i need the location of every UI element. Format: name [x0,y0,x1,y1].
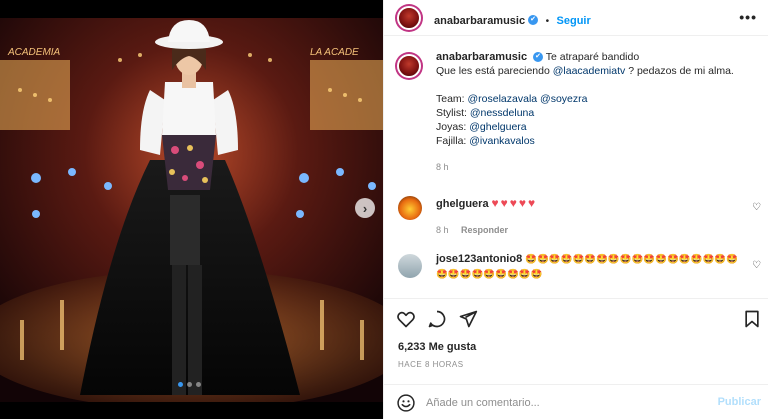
caption-author-avatar[interactable] [395,52,423,80]
svg-text:ACADEMIA: ACADEMIA [7,47,61,58]
mention-link[interactable]: @ghelguera [469,121,526,133]
carousel-dot [187,382,192,387]
comment-meta: 8 h Responder [436,223,736,237]
commenter-username[interactable]: jose123antonio8 [436,253,522,265]
stylist-label: Stylist: [436,107,470,119]
comment-body: jose123antonio8 🤩🤩🤩🤩🤩🤩🤩🤩🤩🤩🤩🤩🤩🤩🤩🤩🤩🤩🤩🤩🤩🤩🤩🤩… [436,252,748,282]
chevron-right-icon: › [362,200,368,216]
caption-username[interactable]: anabarbaramusic [436,51,527,63]
commenter-avatar[interactable] [398,196,422,220]
carousel-dot [178,382,183,387]
commenter-avatar[interactable] [398,254,422,278]
commenter-username[interactable]: ghelguera [436,198,489,210]
joyas-label: Joyas: [436,121,470,133]
mention-link[interactable]: @nessdeluna [470,107,534,119]
more-options-icon[interactable]: ••• [739,9,757,25]
post-timestamp: HACE 8 HORAS [398,360,464,369]
team-label: Team: [436,93,468,105]
mention-link[interactable]: @laacademiatv [553,65,626,77]
svg-text:LA ACADE: LA ACADE [310,47,359,58]
mention-link[interactable]: @soyezra [540,93,587,105]
comment-body: ghelguera ♥♥♥♥♥ 8 h Responder [436,196,736,237]
post-header: anabarbaramusic ✔ • Seguir ••• [384,0,768,36]
likes-count[interactable]: 6,233 Me gusta [398,341,476,353]
caption-line-1: Te atraparé bandido [545,51,640,63]
header-author: anabarbaramusic ✔ • Seguir [434,11,591,29]
post-photo[interactable]: ACADEMIA LA ACADE › [0,0,383,419]
comment-like-heart-icon[interactable]: ♡ [752,260,761,271]
post-actions: 6,233 Me gusta HACE 8 HORAS [384,298,768,384]
caption-time: 8 h [436,162,449,172]
comment-item: jose123antonio8 🤩🤩🤩🤩🤩🤩🤩🤩🤩🤩🤩🤩🤩🤩🤩🤩🤩🤩🤩🤩🤩🤩🤩🤩… [384,252,768,292]
comment-time: 8 h [436,225,449,235]
caption-line-2-pre: Que les está pareciendo [436,65,553,77]
comment-icon[interactable] [427,309,447,329]
instagram-post-modal: ACADEMIA LA ACADE › anabarbaramusic ✔ • … [0,0,768,419]
mention-link[interactable]: @roselazavala [468,93,538,105]
verified-badge-icon: ✔ [528,14,539,25]
comment-item: ghelguera ♥♥♥♥♥ 8 h Responder ♡ [384,194,768,238]
separator-dot: • [545,16,550,27]
carousel-next-button[interactable]: › [355,198,375,218]
comment-like-heart-icon[interactable]: ♡ [752,202,761,213]
emoji-icon[interactable] [396,393,416,413]
publish-button[interactable]: Publicar [718,396,761,408]
photo-illustration: ACADEMIA LA ACADE [0,0,383,419]
reply-button[interactable]: Responder [461,225,508,235]
add-comment-bar: Publicar [384,384,768,419]
verified-badge-icon: ✔ [533,52,544,63]
fajilla-label: Fajilla: [436,135,470,147]
carousel-indicator [178,382,201,387]
bookmark-icon[interactable] [742,309,762,329]
post-side-panel: anabarbaramusic ✔ • Seguir ••• anabarbara… [383,0,768,419]
comment-input[interactable] [426,394,696,412]
mention-link[interactable]: @ivankavalos [469,135,535,147]
author-username[interactable]: anabarbaramusic [434,15,525,27]
share-icon[interactable] [458,309,478,329]
heart-icon[interactable] [396,309,416,329]
caption-line-2-post: ? pedazos de mi alma. [625,65,734,77]
carousel-dot [196,382,201,387]
follow-button[interactable]: Seguir [557,15,591,27]
author-avatar[interactable] [395,4,423,32]
caption-text: anabarbaramusic ✔ Te atraparé bandido Qu… [436,50,756,174]
comment-text: ♥♥♥♥♥ [491,196,538,210]
